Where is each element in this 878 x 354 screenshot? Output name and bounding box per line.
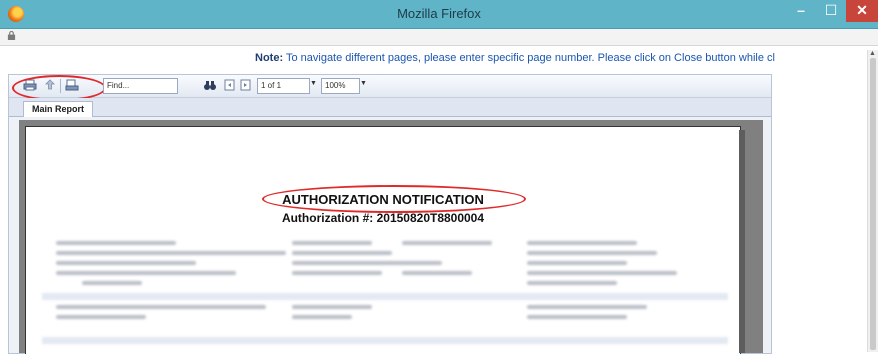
minimize-button[interactable]: – (786, 0, 816, 22)
vertical-scrollbar[interactable]: ▲ (867, 50, 878, 352)
note-text: To navigate different pages, please ente… (283, 52, 775, 64)
page-dropdown-arrow-icon[interactable]: ▼ (310, 80, 317, 87)
authorization-number: Authorization #: 20150820T8800004 (281, 211, 485, 225)
page-number-input[interactable]: 1 of 1 (257, 78, 310, 94)
report-title: AUTHORIZATION NOTIFICATION (282, 192, 484, 207)
window-title: Mozilla Firefox (397, 6, 481, 21)
next-page-icon[interactable] (239, 79, 253, 91)
lock-icon (7, 31, 16, 40)
scroll-up-arrow-icon[interactable]: ▲ (869, 50, 876, 57)
note-label: Note: (255, 52, 284, 64)
window-titlebar: Mozilla Firefox – ☐ ✕ (0, 0, 878, 29)
security-bar (0, 29, 878, 46)
report-toolbar: Find... 1 of 1 ▼ 100% ▼ (9, 75, 771, 101)
zoom-select[interactable]: 100% (321, 78, 360, 94)
blurred-report-details (42, 233, 728, 354)
binoculars-icon[interactable] (203, 79, 217, 91)
prev-page-icon[interactable] (223, 79, 237, 91)
navigation-note: Note: To navigate different pages, pleas… (255, 52, 870, 64)
scrollbar-thumb[interactable] (870, 58, 876, 350)
page-content: Note: To navigate different pages, pleas… (0, 46, 878, 354)
maximize-button[interactable]: ☐ (816, 0, 846, 22)
tab-main-report[interactable]: Main Report (23, 101, 94, 117)
page-shadow (739, 130, 745, 353)
report-tab-row: Main Report (9, 98, 771, 117)
report-frame: AUTHORIZATION NOTIFICATION Authorization… (19, 120, 763, 354)
close-button[interactable]: ✕ (846, 0, 878, 22)
zoom-dropdown-arrow-icon[interactable]: ▼ (360, 80, 367, 87)
find-input[interactable]: Find... (103, 78, 178, 94)
report-viewer: Find... 1 of 1 ▼ 100% ▼ Main Report AUTH… (8, 74, 772, 354)
report-page: AUTHORIZATION NOTIFICATION Authorization… (25, 126, 741, 354)
